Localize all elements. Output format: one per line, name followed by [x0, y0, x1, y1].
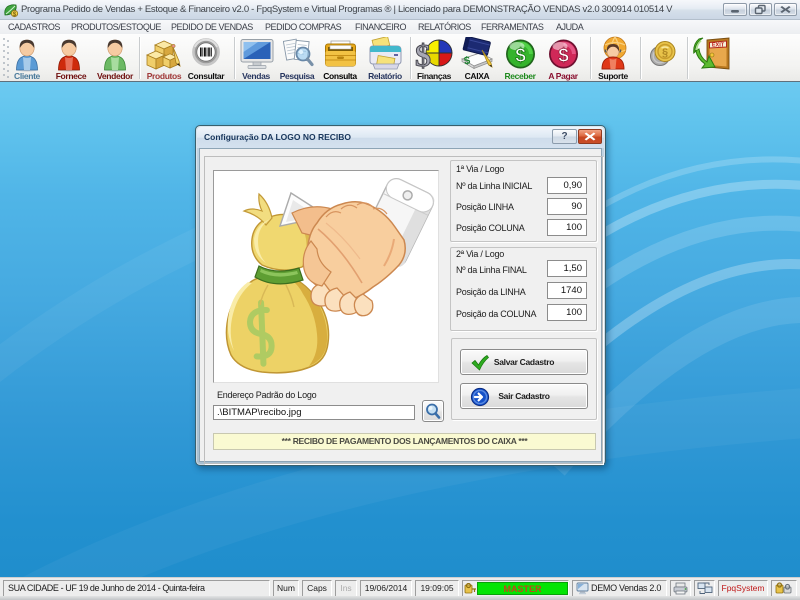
svg-text:$: $ — [415, 37, 431, 71]
svg-text:$: $ — [558, 46, 569, 67]
svg-text:$: $ — [515, 46, 526, 67]
svg-text:§: § — [662, 47, 668, 59]
svg-text:EXIT: EXIT — [712, 43, 725, 49]
